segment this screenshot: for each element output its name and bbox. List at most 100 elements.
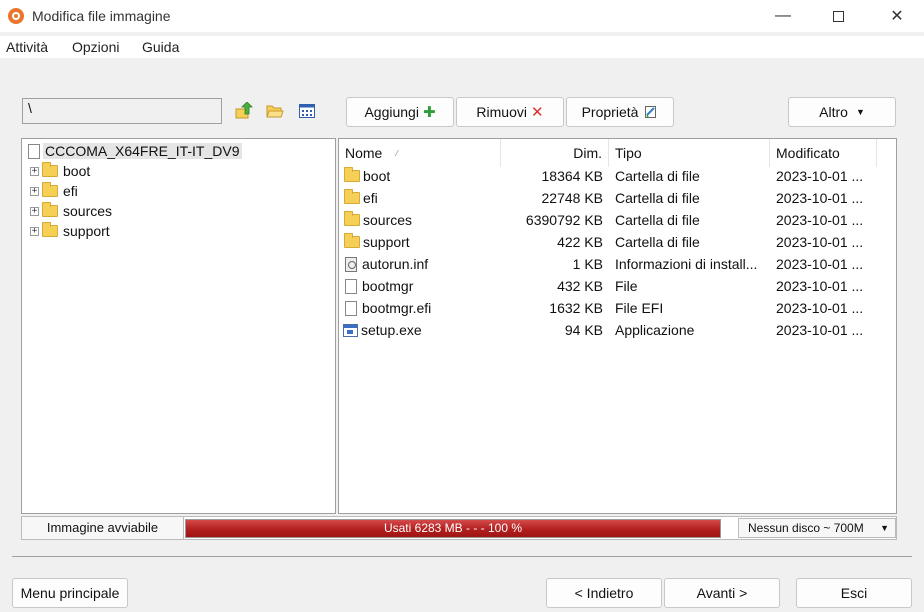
tree-item-efi[interactable]: + efi [30, 182, 78, 199]
list-item[interactable]: autorun.inf 1 KB Informazioni di install… [339, 253, 896, 275]
list-item[interactable]: bootmgr.efi 1632 KB File EFI 2023-10-01 … [339, 297, 896, 319]
menu-attivita[interactable]: Attività [6, 39, 48, 55]
add-button-label: Aggiungi [364, 104, 419, 120]
tree-item-label: boot [63, 163, 91, 179]
file-icon [345, 278, 357, 294]
image-type-label: Immagine avviabile [22, 517, 184, 539]
file-name: boot [363, 168, 391, 184]
file-name: efi [363, 190, 378, 206]
sort-ascending-icon: ⁄ [396, 149, 398, 159]
file-type: Applicazione [615, 322, 695, 338]
folder-icon [344, 233, 360, 248]
column-type-label: Tipo [615, 145, 642, 161]
tree-item-sources[interactable]: + sources [30, 202, 113, 219]
disc-image-icon [28, 143, 40, 159]
file-modified: 2023-10-01 ... [776, 190, 864, 206]
file-type: Cartella di file [615, 190, 700, 206]
list-item[interactable]: sources 6390792 KB Cartella di file 2023… [339, 209, 896, 231]
column-size-label: Dim. [573, 145, 602, 161]
plus-icon: ✚ [422, 104, 436, 121]
menu-opzioni[interactable]: Opzioni [72, 39, 119, 55]
file-size: 1632 KB [549, 300, 603, 316]
menu-bar: Attività Opzioni Guida [0, 36, 924, 58]
back-button[interactable]: < Indietro [546, 578, 662, 608]
tree-item-support[interactable]: + support [30, 222, 110, 239]
file-size: 94 KB [564, 322, 603, 338]
menu-guida[interactable]: Guida [142, 39, 179, 55]
list-item[interactable]: boot 18364 KB Cartella di file 2023-10-0… [339, 165, 896, 187]
disc-size-value: Nessun disco ~ 700M [748, 521, 864, 535]
file-modified: 2023-10-01 ... [776, 300, 864, 316]
column-modified-header[interactable]: Modificato [770, 139, 877, 167]
app-icon [8, 8, 24, 24]
folder-icon [42, 182, 58, 197]
column-modified-label: Modificato [776, 145, 840, 161]
delete-x-icon: ✕ [531, 104, 544, 121]
list-header: Nome ⁄ Dim. Tipo Modificato [339, 139, 896, 167]
disc-size-select[interactable]: Nessun disco ~ 700M ▼ [738, 518, 896, 538]
path-input[interactable]: \ [22, 98, 222, 124]
file-modified: 2023-10-01 ... [776, 278, 864, 294]
list-item[interactable]: support 422 KB Cartella di file 2023-10-… [339, 231, 896, 253]
status-bar: Immagine avviabile Usati 6283 MB - - - 1… [21, 516, 897, 540]
main-menu-button[interactable]: Menu principale [12, 578, 128, 608]
open-folder-icon[interactable] [266, 102, 284, 120]
folder-icon [42, 202, 58, 217]
exit-button[interactable]: Esci [796, 578, 912, 608]
file-modified: 2023-10-01 ... [776, 234, 864, 250]
list-item[interactable]: bootmgr 432 KB File 2023-10-01 ... [339, 275, 896, 297]
folder-icon [344, 189, 360, 204]
caret-down-icon: ▼ [880, 523, 889, 533]
main-menu-button-label: Menu principale [20, 585, 120, 601]
expand-icon[interactable]: + [30, 206, 39, 216]
file-name: bootmgr.efi [362, 300, 432, 316]
exit-button-label: Esci [840, 585, 868, 601]
caret-down-icon: ▼ [855, 107, 865, 117]
up-folder-icon[interactable] [235, 102, 253, 120]
other-dropdown-button[interactable]: Altro ▼ [788, 97, 896, 127]
remove-button[interactable]: Rimuovi ✕ [456, 97, 564, 127]
maximize-icon [832, 10, 844, 22]
tree-item-label: support [63, 223, 110, 239]
tree-root[interactable]: CCCOMA_X64FRE_IT-IT_DV9 [28, 143, 242, 159]
file-name: autorun.inf [362, 256, 429, 272]
folder-tree[interactable]: CCCOMA_X64FRE_IT-IT_DV9 + boot + efi + s… [21, 138, 336, 514]
file-type: File EFI [615, 300, 664, 316]
file-name: bootmgr [362, 278, 414, 294]
minimize-button[interactable]: — [760, 0, 806, 32]
column-name-label: Nome [345, 145, 383, 161]
file-type: File [615, 278, 638, 294]
divider [12, 556, 912, 557]
properties-button[interactable]: Proprietà [566, 97, 674, 127]
file-size: 1 KB [572, 256, 603, 272]
title-bar: Modifica file immagine — ✕ [0, 0, 924, 32]
tree-item-boot[interactable]: + boot [30, 162, 91, 179]
expand-icon[interactable]: + [30, 226, 39, 236]
column-name-header[interactable]: Nome ⁄ [339, 139, 501, 167]
add-button[interactable]: Aggiungi ✚ [346, 97, 454, 127]
file-name: support [363, 234, 410, 250]
file-list[interactable]: Nome ⁄ Dim. Tipo Modificato boot 18364 KB… [338, 138, 897, 514]
file-modified: 2023-10-01 ... [776, 168, 864, 184]
tree-root-label: CCCOMA_X64FRE_IT-IT_DV9 [43, 143, 242, 159]
next-button[interactable]: Avanti > [664, 578, 780, 608]
expand-icon[interactable]: + [30, 166, 39, 176]
tree-item-label: sources [63, 203, 113, 219]
file-modified: 2023-10-01 ... [776, 256, 864, 272]
maximize-button[interactable] [815, 0, 861, 32]
properties-icon [645, 106, 657, 118]
view-details-icon[interactable] [298, 102, 316, 120]
file-size: 22748 KB [541, 190, 604, 206]
folder-icon [344, 167, 360, 182]
expand-icon[interactable]: + [30, 186, 39, 196]
column-type-header[interactable]: Tipo [609, 139, 770, 167]
list-item[interactable]: setup.exe 94 KB Applicazione 2023-10-01 … [339, 319, 896, 341]
back-button-label: < Indietro [574, 585, 634, 601]
remove-button-label: Rimuovi [476, 104, 527, 120]
tree-item-label: efi [63, 183, 78, 199]
list-item[interactable]: efi 22748 KB Cartella di file 2023-10-01… [339, 187, 896, 209]
disk-usage-text: Usati 6283 MB - - - 100 % [383, 521, 523, 535]
column-size-header[interactable]: Dim. [501, 139, 609, 167]
close-button[interactable]: ✕ [874, 0, 920, 32]
file-name: sources [363, 212, 413, 228]
